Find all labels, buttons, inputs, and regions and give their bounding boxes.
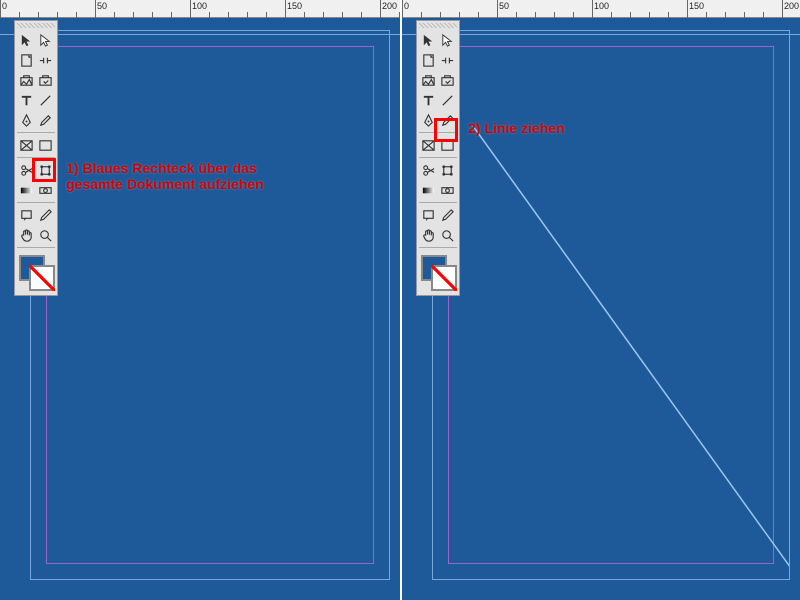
left-document-pane: 0 50 100 150 200 1) Blaues Rechteck über das…	[0, 0, 400, 600]
gradient-swatch-tool[interactable]	[419, 180, 438, 200]
pencil-tool[interactable]	[36, 110, 55, 130]
content-placer-tool[interactable]	[438, 70, 457, 90]
ruler-horizontal[interactable]: 0 50 100 150 200	[0, 0, 400, 18]
ruler-tick-label: 100	[192, 1, 207, 11]
selection-tool[interactable]	[419, 30, 438, 50]
line-tool[interactable]	[438, 90, 457, 110]
ruler-tick-label: 0	[2, 1, 7, 11]
eyedropper-tool[interactable]	[438, 205, 457, 225]
stroke-color-swatch[interactable]	[431, 265, 457, 291]
note-tool[interactable]	[17, 205, 36, 225]
page-tool[interactable]	[17, 50, 36, 70]
ruler-tick-label: 100	[594, 1, 609, 11]
pen-tool[interactable]	[419, 110, 438, 130]
scissors-tool[interactable]	[419, 160, 438, 180]
toolbox	[416, 20, 460, 296]
content-placer-tool[interactable]	[36, 70, 55, 90]
hand-tool[interactable]	[419, 225, 438, 245]
gap-tool[interactable]	[438, 50, 457, 70]
free-transform-tool[interactable]	[438, 160, 457, 180]
scissors-tool[interactable]	[17, 160, 36, 180]
zoom-tool[interactable]	[438, 225, 457, 245]
toolbox-grip[interactable]	[419, 23, 457, 28]
gap-tool[interactable]	[36, 50, 55, 70]
gradient-swatch-tool[interactable]	[17, 180, 36, 200]
rectangle-tool[interactable]	[36, 135, 55, 155]
toolbox	[14, 20, 58, 296]
type-tool[interactable]	[17, 90, 36, 110]
eyedropper-tool[interactable]	[36, 205, 55, 225]
line-tool[interactable]	[36, 90, 55, 110]
gradient-feather-tool[interactable]	[438, 180, 457, 200]
annotation-step-2: 2) Linie ziehen	[468, 120, 564, 136]
gradient-feather-tool[interactable]	[36, 180, 55, 200]
content-collector-tool[interactable]	[419, 70, 438, 90]
ruler-horizontal[interactable]: 0 50 100 150 200	[402, 0, 800, 18]
zoom-tool[interactable]	[36, 225, 55, 245]
annotation-step-1: 1) Blaues Rechteck über das gesamte Doku…	[66, 160, 286, 192]
page-canvas[interactable]	[30, 30, 390, 580]
page-tool[interactable]	[419, 50, 438, 70]
ruler-tick-label: 150	[287, 1, 302, 11]
toolbox-grip[interactable]	[17, 23, 55, 28]
margin-guide	[46, 46, 374, 564]
rectangle-frame-tool[interactable]	[419, 135, 438, 155]
color-well[interactable]	[17, 253, 57, 293]
type-tool[interactable]	[419, 90, 438, 110]
ruler-tick-label: 200	[784, 1, 799, 11]
rectangle-tool[interactable]	[438, 135, 457, 155]
free-transform-tool[interactable]	[36, 160, 55, 180]
direct-selection-tool[interactable]	[438, 30, 457, 50]
selection-tool[interactable]	[17, 30, 36, 50]
ruler-tick-label: 200	[382, 1, 397, 11]
ruler-tick-label: 50	[97, 1, 107, 11]
ruler-tick-label: 50	[499, 1, 509, 11]
drawn-line[interactable]	[433, 31, 789, 579]
pen-tool[interactable]	[17, 110, 36, 130]
right-document-pane: 0 50 100 150 200 2) Linie ziehen	[400, 0, 800, 600]
color-well[interactable]	[419, 253, 459, 293]
content-collector-tool[interactable]	[17, 70, 36, 90]
pencil-tool[interactable]	[438, 110, 457, 130]
ruler-tick-label: 150	[689, 1, 704, 11]
direct-selection-tool[interactable]	[36, 30, 55, 50]
note-tool[interactable]	[419, 205, 438, 225]
hand-tool[interactable]	[17, 225, 36, 245]
page-canvas[interactable]	[432, 30, 790, 580]
ruler-tick-label: 0	[404, 1, 409, 11]
rectangle-frame-tool[interactable]	[17, 135, 36, 155]
stroke-color-swatch[interactable]	[29, 265, 55, 291]
